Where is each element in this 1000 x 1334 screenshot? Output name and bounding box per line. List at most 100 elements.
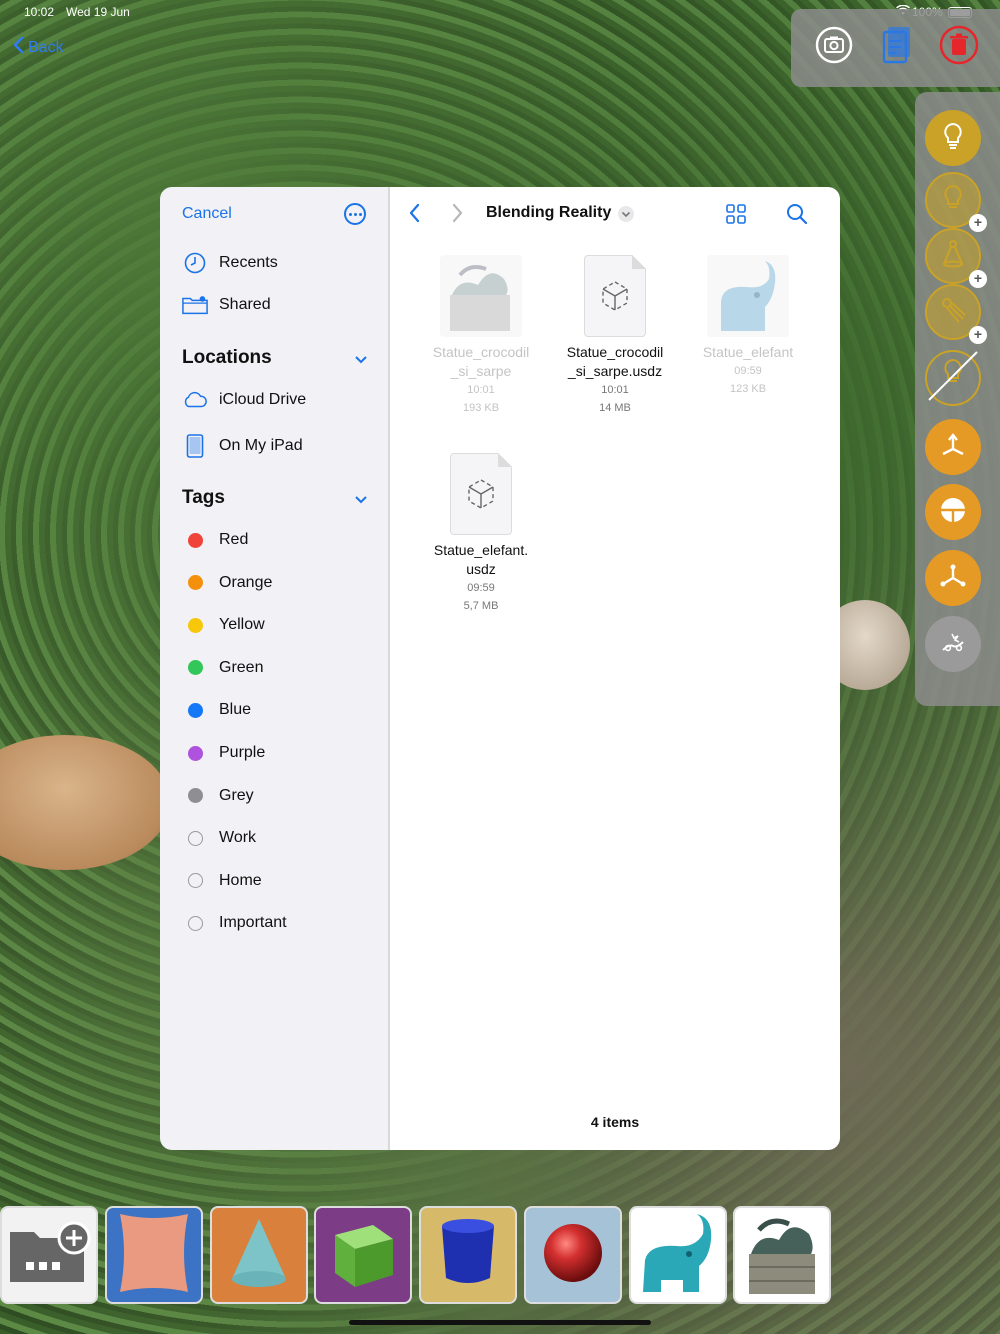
chevron-down-icon[interactable] <box>355 493 367 505</box>
crocodile-model-tile[interactable] <box>733 1206 831 1304</box>
sidebar-item-label: Orange <box>219 573 273 591</box>
rotate-sphere-button[interactable] <box>925 484 981 540</box>
search-icon[interactable] <box>786 203 808 230</box>
document-button[interactable] <box>877 25 917 70</box>
axes-icon <box>939 564 967 593</box>
chevron-down-icon[interactable] <box>355 353 367 365</box>
file-picker-dialog: Cancel Recents Shared Locations iCloud D… <box>160 187 840 1150</box>
physics-button[interactable] <box>925 616 981 672</box>
lightbulb-icon <box>941 121 965 156</box>
shared-folder-icon <box>182 295 208 315</box>
add-directional-light-button[interactable]: + <box>925 284 987 344</box>
more-options-button[interactable] <box>344 203 366 225</box>
sidebar-item-label: Blue <box>219 701 252 719</box>
spotlight-add-icon <box>940 239 966 274</box>
cylinder-shape-tile[interactable] <box>419 1206 517 1304</box>
sidebar-item-on-my-ipad[interactable]: On My iPad <box>182 434 303 458</box>
light-tools-panel: + + + <box>915 92 1000 706</box>
tag-dot-icon <box>182 873 208 889</box>
sidebar-item-recents[interactable]: Recents <box>182 252 278 274</box>
sidebar-item-label: Recents <box>219 254 278 271</box>
cancel-button[interactable]: Cancel <box>182 205 232 223</box>
cone-shape-tile[interactable] <box>210 1206 308 1304</box>
file-item[interactable]: Statue_elefant 09:59 123 KB <box>688 255 808 398</box>
sidebar-item-tag-blue[interactable]: Blue <box>182 701 251 719</box>
file-item[interactable]: Statue_crocodil _si_sarpe 10:01 193 KB <box>421 255 541 417</box>
scale-axes-button[interactable] <box>925 550 981 606</box>
document-stack-icon <box>880 25 914 70</box>
tag-dot-icon <box>182 660 208 676</box>
move-axes-button[interactable] <box>925 419 981 475</box>
file-time: 09:59 <box>467 582 495 594</box>
elephant-model-tile[interactable] <box>629 1206 727 1304</box>
file-size: 14 MB <box>599 402 631 414</box>
sidebar-item-label: Work <box>219 829 257 847</box>
item-count: 4 items <box>590 1114 640 1130</box>
tag-dot-icon <box>182 745 208 761</box>
chevron-left-icon <box>12 36 24 59</box>
file-name: Statue_elefant <box>702 344 794 360</box>
tag-dot-icon <box>182 830 208 846</box>
sidebar-item-tag-orange[interactable]: Orange <box>182 574 272 592</box>
trash-icon <box>939 25 979 70</box>
collision-icon <box>939 630 967 659</box>
picker-sidebar: Cancel Recents Shared Locations iCloud D… <box>160 187 390 1150</box>
usdz-document-icon <box>574 255 656 337</box>
back-arrow-icon[interactable] <box>408 203 420 228</box>
sidebar-item-tag-grey[interactable]: Grey <box>182 787 254 805</box>
sidebar-item-icloud-drive[interactable]: iCloud Drive <box>182 391 306 409</box>
forward-arrow-icon[interactable] <box>452 203 464 228</box>
light-toggle-button[interactable] <box>925 110 981 166</box>
background-mushroom-left <box>0 735 170 870</box>
sidebar-item-label: Shared <box>219 296 271 313</box>
file-name: Statue_elefant. usdz <box>433 542 529 577</box>
plus-icon: + <box>969 326 987 344</box>
locations-header[interactable]: Locations <box>182 347 272 369</box>
sidebar-item-label: Green <box>219 658 264 676</box>
sphere-shape-tile[interactable] <box>524 1206 622 1304</box>
camera-button[interactable] <box>814 26 854 67</box>
tag-dot-icon <box>182 575 208 591</box>
sidebar-item-label: Purple <box>219 744 266 761</box>
tag-dot-icon <box>182 788 208 804</box>
file-time: 10:01 <box>467 384 495 396</box>
file-item[interactable]: Statue_crocodil _si_sarpe.usdz 10:01 14 M… <box>555 255 675 417</box>
bulb-add-icon <box>940 183 966 218</box>
cube-shape-tile[interactable] <box>314 1206 412 1304</box>
tag-dot-icon <box>182 702 208 718</box>
tags-header[interactable]: Tags <box>182 487 225 509</box>
file-time: 10:01 <box>601 384 629 396</box>
sidebar-item-label: iCloud Drive <box>219 391 307 408</box>
directional-light-add-icon <box>939 295 967 330</box>
sidebar-item-label: Home <box>219 871 262 889</box>
sidebar-item-tag-important[interactable]: Important <box>182 914 287 932</box>
file-size: 193 KB <box>462 402 500 414</box>
add-spot-light-button[interactable]: + <box>925 228 987 288</box>
add-folder-tile[interactable] <box>0 1206 98 1304</box>
status-date: Wed 19 Jun <box>66 5 130 19</box>
sidebar-item-tag-purple[interactable]: Purple <box>182 744 265 762</box>
sidebar-item-shared[interactable]: Shared <box>182 295 271 315</box>
add-point-light-button[interactable]: + <box>925 172 987 232</box>
sidebar-item-tag-work[interactable]: Work <box>182 829 256 847</box>
cube-icon <box>323 1213 403 1298</box>
back-button[interactable]: Back <box>12 36 64 59</box>
sidebar-item-tag-yellow[interactable]: Yellow <box>182 616 265 634</box>
plus-icon: + <box>969 270 987 288</box>
tag-dot-icon <box>182 617 208 633</box>
plane-shape-tile[interactable] <box>105 1206 203 1304</box>
sidebar-item-label: Grey <box>219 786 254 804</box>
tag-dot-icon <box>182 915 208 931</box>
folder-title[interactable]: Blending Reality <box>486 204 611 222</box>
disable-lights-button[interactable] <box>925 350 981 406</box>
sidebar-item-tag-home[interactable]: Home <box>182 872 262 890</box>
title-chevron-icon[interactable] <box>618 206 634 222</box>
tag-dot-icon <box>182 532 208 548</box>
sphere-shape-icon <box>541 1221 605 1290</box>
sidebar-item-tag-red[interactable]: Red <box>182 531 248 549</box>
grid-view-icon[interactable] <box>726 204 746 229</box>
file-item[interactable]: Statue_elefant. usdz 09:59 5,7 MB <box>421 453 541 615</box>
delete-button[interactable] <box>939 25 979 70</box>
clock-icon <box>182 252 208 274</box>
sidebar-item-tag-green[interactable]: Green <box>182 659 263 677</box>
